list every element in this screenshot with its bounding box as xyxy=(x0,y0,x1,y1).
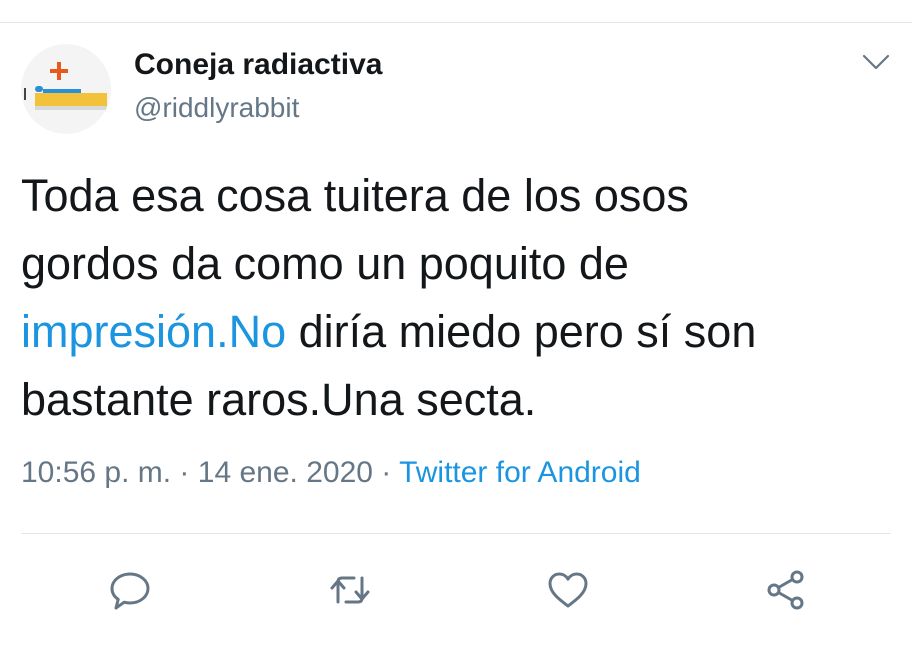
share-button[interactable] xyxy=(762,566,810,614)
chevron-down-icon[interactable] xyxy=(860,50,892,74)
top-divider xyxy=(0,22,912,23)
tweet-text: Toda esa cosa tuitera de los osos gordos… xyxy=(21,162,891,434)
tweet-link[interactable]: impresión.No xyxy=(21,306,286,357)
tweet-text-line: gordos da como un poquito de xyxy=(21,238,629,289)
like-icon xyxy=(548,572,588,608)
author-name[interactable]: Coneja radiactiva xyxy=(134,48,382,82)
avatar-image xyxy=(21,44,111,134)
like-button[interactable] xyxy=(544,566,592,614)
share-icon xyxy=(767,570,804,610)
author-avatar[interactable] xyxy=(21,44,111,134)
retweet-icon xyxy=(330,576,370,604)
tweet-text-line: bastante raros.Una secta. xyxy=(21,374,537,425)
tweet-detail-view: Coneja radiactiva @riddlyrabbit Toda esa… xyxy=(0,0,912,654)
reply-button[interactable] xyxy=(106,566,154,614)
meta-separator: · xyxy=(171,456,198,489)
tweet-text-line: impresión.No diría miedo pero sí son xyxy=(21,298,891,366)
tweet-text-fragment: diría miedo pero sí son xyxy=(286,306,757,357)
tweet-meta: 10:56 p. m. · 14 ene. 2020 · Twitter for… xyxy=(21,456,641,490)
meta-separator: · xyxy=(372,456,400,489)
author-handle[interactable]: @riddlyrabbit xyxy=(134,92,299,124)
tweet-source-link[interactable]: Twitter for Android xyxy=(399,456,641,489)
tweet-date: 14 ene. 2020 xyxy=(197,456,373,489)
retweet-button[interactable] xyxy=(326,566,374,614)
tweet-time: 10:56 p. m. xyxy=(21,456,172,489)
tweet-text-line: Toda esa cosa tuitera de los osos xyxy=(21,170,689,221)
actions-divider xyxy=(21,533,891,534)
reply-icon xyxy=(110,572,150,610)
